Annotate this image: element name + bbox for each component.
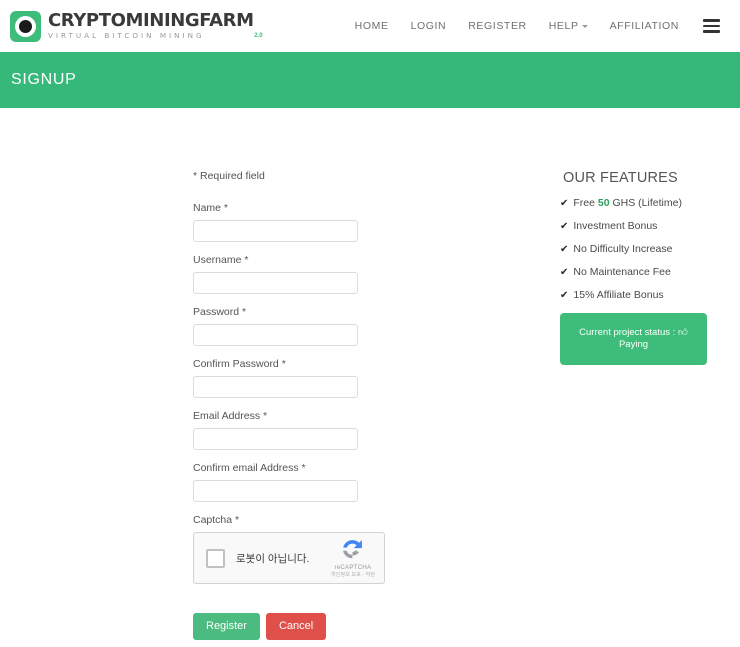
field-confirm-email-label: Confirm email Address * <box>193 462 306 474</box>
project-status-text: Current project status : 👍︎ Paying <box>568 327 699 352</box>
project-status-value: Paying <box>618 339 649 350</box>
hamburger-bar <box>703 30 720 33</box>
hamburger-bar <box>703 24 720 28</box>
check-icon: ✔ <box>560 198 569 209</box>
field-email: Email Address * <box>193 410 493 450</box>
cancel-button[interactable]: Cancel <box>265 613 327 640</box>
field-confirm-password-label: Confirm Password * <box>193 358 286 370</box>
field-name-label: Name * <box>193 202 229 214</box>
field-username-label: Username * <box>193 254 249 266</box>
page-banner: SIGNUP <box>0 52 740 108</box>
logo-subtitle: VIRTUAL BITCOIN MINING <box>48 31 205 41</box>
feature-item: ✔ Investment Bonus <box>560 220 730 232</box>
nav-item-help-label: HELP <box>548 20 579 32</box>
recaptcha-label: 로봇이 아닙니다. <box>236 552 310 565</box>
feature-item: ✔ 15% Affiliate Bonus <box>560 289 730 301</box>
main-navigation: HOME LOGIN REGISTER HELP AFFILIATION <box>355 19 720 33</box>
check-icon: ✔ <box>560 267 569 278</box>
nav-item-help[interactable]: HELP <box>549 20 588 32</box>
thumbs-up-icon: 👍︎ <box>677 326 688 338</box>
nav-item-register-label: REGISTER <box>468 20 527 32</box>
signup-form: * Required field Name * Username * Passw… <box>193 170 493 640</box>
field-username: Username * <box>193 254 493 294</box>
confirm-email-input[interactable] <box>193 480 358 502</box>
field-email-label: Email Address * <box>193 410 268 422</box>
feature-text: Free 50 GHS (Lifetime) <box>573 197 682 209</box>
nav-item-home[interactable]: HOME <box>355 20 389 32</box>
site-logo[interactable]: CRYPTOMININGFARM VIRTUAL BITCOIN MINING … <box>10 10 263 42</box>
recaptcha-checkbox[interactable] <box>206 548 225 568</box>
field-captcha: Captcha * 로봇이 아닙니다. reCAPTCHA 개인정보 보호 - … <box>193 514 493 584</box>
recaptcha-brand-name: reCAPTCHA <box>334 564 372 572</box>
features-sidebar: OUR FEATURES ✔ Free 50 GHS (Lifetime) ✔ … <box>560 170 730 640</box>
feature-item: ✔ Free 50 GHS (Lifetime) <box>560 197 730 209</box>
email-input[interactable] <box>193 428 358 450</box>
field-password: Password * <box>193 306 493 346</box>
logo-dot <box>19 19 32 33</box>
check-icon: ✔ <box>560 290 569 301</box>
confirm-password-input[interactable] <box>193 376 358 398</box>
feature-item: ✔ No Difficulty Increase <box>560 243 730 255</box>
recaptcha-terms: 개인정보 보호 - 약관 <box>330 571 375 578</box>
feature-text: No Difficulty Increase <box>573 243 673 255</box>
page-content: * Required field Name * Username * Passw… <box>0 108 740 640</box>
feature-text: No Maintenance Fee <box>573 266 671 278</box>
logo-version: 2.0 <box>254 32 263 39</box>
logo-ring <box>15 15 36 37</box>
password-input[interactable] <box>193 324 358 346</box>
features-heading: OUR FEATURES <box>563 170 678 186</box>
check-icon: ✔ <box>560 244 569 255</box>
logo-title: CRYPTOMININGFARM <box>48 10 254 32</box>
project-status-badge: Current project status : 👍︎ Paying <box>560 313 707 365</box>
field-confirm-password: Confirm Password * <box>193 358 493 398</box>
field-captcha-label: Captcha * <box>193 514 240 526</box>
field-name: Name * <box>193 202 493 242</box>
nav-item-affiliation-label: AFFILIATION <box>609 20 679 32</box>
username-input[interactable] <box>193 272 358 294</box>
site-header: CRYPTOMININGFARM VIRTUAL BITCOIN MINING … <box>0 0 740 52</box>
feature-highlight: 50 <box>597 197 610 209</box>
field-password-label: Password * <box>193 306 247 318</box>
hamburger-bar <box>703 19 720 22</box>
nav-item-register[interactable]: REGISTER <box>468 20 526 32</box>
logo-text: CRYPTOMININGFARM VIRTUAL BITCOIN MINING … <box>48 10 263 41</box>
nav-item-home-label: HOME <box>354 20 389 32</box>
field-confirm-email: Confirm email Address * <box>193 462 493 502</box>
page-title: SIGNUP <box>11 71 77 88</box>
required-field-note: * Required field <box>193 170 265 182</box>
hamburger-icon[interactable] <box>703 19 720 33</box>
recaptcha-widget[interactable]: 로봇이 아닙니다. reCAPTCHA 개인정보 보호 - 약관 <box>193 532 385 584</box>
nav-item-affiliation[interactable]: AFFILIATION <box>610 20 679 32</box>
form-actions: Register Cancel <box>193 613 493 640</box>
nav-item-login-label: LOGIN <box>410 20 447 32</box>
recaptcha-branding: reCAPTCHA 개인정보 보호 - 약관 <box>331 537 375 578</box>
feature-text: Investment Bonus <box>573 220 658 232</box>
name-input[interactable] <box>193 220 358 242</box>
chevron-down-icon <box>581 24 588 28</box>
feature-item: ✔ No Maintenance Fee <box>560 266 730 278</box>
project-status-prefix: Current project status : <box>579 326 678 338</box>
recaptcha-logo-icon <box>343 540 363 559</box>
check-icon: ✔ <box>560 221 569 232</box>
nav-item-login[interactable]: LOGIN <box>411 20 447 32</box>
register-button[interactable]: Register <box>193 613 260 640</box>
feature-text: 15% Affiliate Bonus <box>573 289 664 301</box>
logo-mark-icon <box>10 10 41 42</box>
